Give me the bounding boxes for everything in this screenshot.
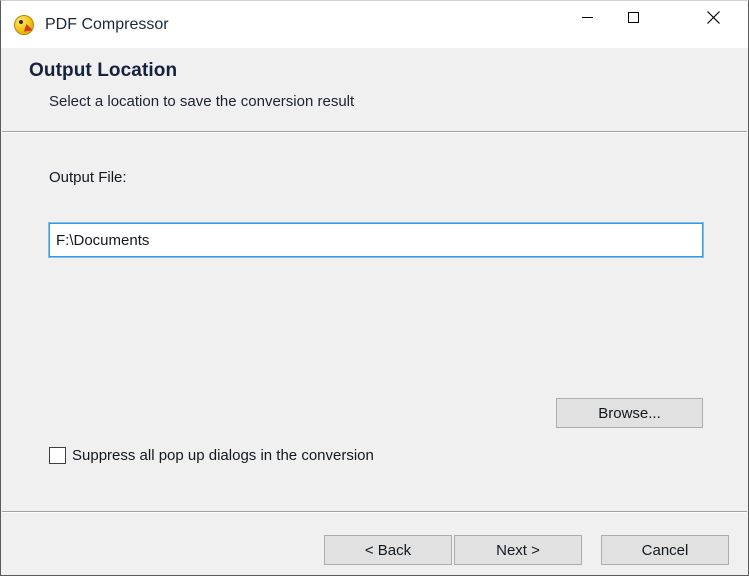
- back-button[interactable]: < Back: [324, 535, 452, 565]
- browse-button[interactable]: Browse...: [556, 398, 703, 428]
- suppress-dialogs-label: Suppress all pop up dialogs in the conve…: [72, 447, 374, 464]
- next-button[interactable]: Next >: [454, 535, 582, 565]
- title-bar: PDF Compressor: [1, 1, 748, 48]
- wizard-body: Output File: Browse... Suppress all pop …: [1, 133, 748, 511]
- pdf-compressor-window: PDF Compressor Output Location Select a …: [0, 0, 749, 576]
- app-logo-icon: [13, 14, 35, 36]
- output-file-label: Output File:: [49, 169, 127, 186]
- app-logo-eye: [19, 19, 23, 24]
- app-logo-beak: [23, 23, 35, 34]
- close-icon[interactable]: [690, 1, 736, 33]
- minimize-icon[interactable]: [564, 1, 610, 33]
- cancel-button[interactable]: Cancel: [601, 535, 729, 565]
- output-file-input[interactable]: [48, 222, 704, 258]
- window-title: PDF Compressor: [45, 15, 169, 33]
- maximize-icon[interactable]: [610, 1, 656, 33]
- suppress-dialogs-row[interactable]: Suppress all pop up dialogs in the conve…: [49, 447, 374, 464]
- page-subtitle: Select a location to save the conversion…: [49, 93, 355, 110]
- wizard-footer: < Back Next > Cancel: [1, 513, 748, 575]
- page-title: Output Location: [29, 60, 178, 81]
- wizard-header: Output Location Select a location to sav…: [1, 48, 748, 132]
- suppress-dialogs-checkbox[interactable]: [49, 447, 66, 464]
